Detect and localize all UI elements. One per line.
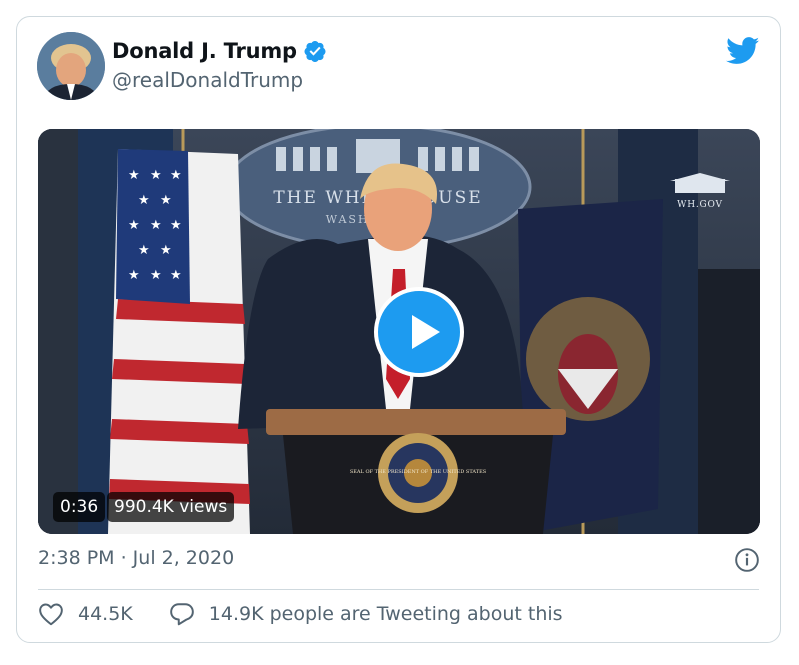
engagement-bar: 44.5K 14.9K people are Tweeting about th…: [38, 602, 563, 626]
reply-bubble-icon: [169, 603, 194, 626]
svg-text:★: ★: [128, 268, 140, 283]
svg-text:★: ★: [128, 168, 140, 183]
play-button[interactable]: [374, 287, 464, 377]
svg-text:★: ★: [150, 168, 162, 183]
watermark-text: WH.GOV: [677, 200, 723, 210]
svg-text:★: ★: [160, 243, 172, 258]
video-duration: 0:36: [53, 492, 106, 522]
svg-text:★: ★: [128, 218, 140, 233]
svg-text:★: ★: [160, 193, 172, 208]
svg-text:★: ★: [150, 218, 162, 233]
svg-text:★: ★: [170, 268, 182, 283]
author-handle[interactable]: @realDonaldTrump: [112, 68, 303, 92]
like-count: 44.5K: [78, 603, 133, 625]
svg-text:★: ★: [138, 193, 150, 208]
avatar[interactable]: [37, 32, 105, 100]
conversation-text[interactable]: 14.9K people are Tweeting about this: [209, 603, 563, 625]
tweet-timestamp[interactable]: 2:38 PM · Jul 2, 2020: [38, 547, 234, 569]
like-button[interactable]: 44.5K: [38, 602, 133, 626]
display-name-row[interactable]: Donald J. Trump: [112, 39, 327, 63]
svg-text:★: ★: [150, 268, 162, 283]
svg-text:★: ★: [170, 218, 182, 233]
svg-text:★: ★: [138, 243, 150, 258]
tweet-card[interactable]: Donald J. Trump @realDonaldTrump THE WHI…: [16, 16, 781, 643]
divider: [38, 589, 759, 590]
seal-text: SEAL OF THE PRESIDENT OF THE UNITED STAT…: [350, 469, 487, 475]
video-view-count: 990.4K views: [107, 492, 235, 522]
verified-badge-icon: [304, 41, 326, 62]
american-flag: ★ ★ ★ ★ ★ ★ ★ ★ ★ ★ ★ ★ ★: [108, 129, 250, 534]
conversation-link[interactable]: 14.9K people are Tweeting about this: [169, 602, 563, 626]
heart-icon: [39, 603, 63, 626]
svg-text:★: ★: [170, 168, 182, 183]
display-name[interactable]: Donald J. Trump: [112, 39, 297, 63]
info-icon[interactable]: [734, 547, 760, 573]
twitter-bird-icon[interactable]: [726, 37, 760, 65]
video-player[interactable]: THE WHITE HOUSE WASHINGTON ★★★ ★★ ★★★ ★★…: [38, 129, 760, 534]
